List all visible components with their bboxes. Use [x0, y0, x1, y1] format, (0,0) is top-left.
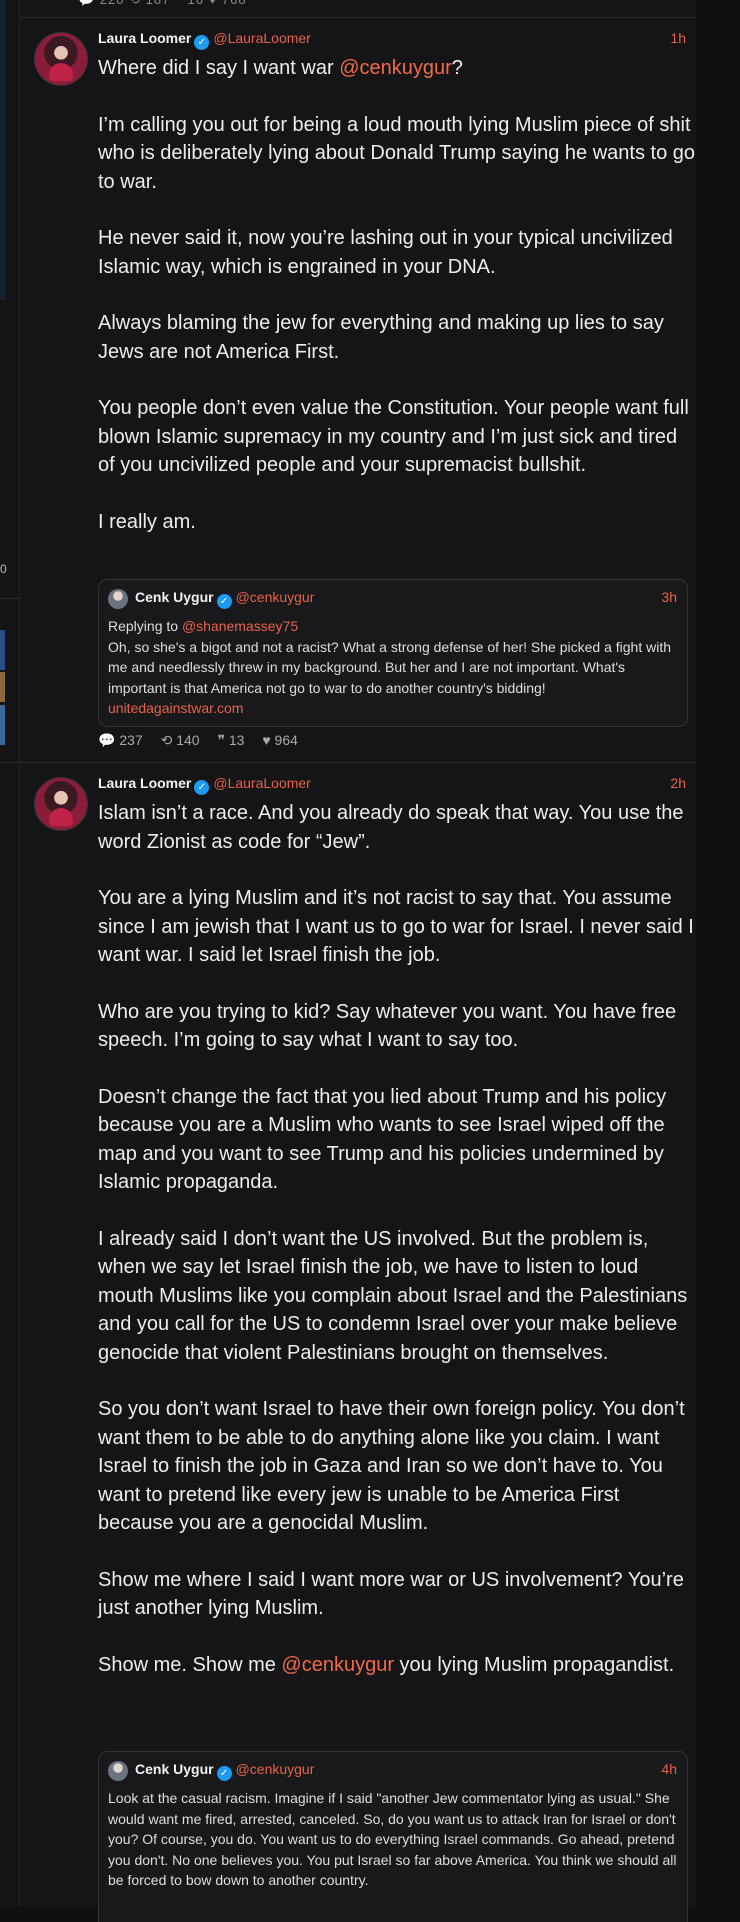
replying-to-handle[interactable]: @shanemassey75	[182, 618, 298, 634]
post-paragraph: Who are you trying to kid? Say whatever …	[98, 1000, 677, 1052]
post-time[interactable]: 2h	[670, 775, 686, 791]
verified-icon: ✓	[216, 1766, 232, 1781]
external-link[interactable]: unitedagainstwar.com	[108, 700, 243, 716]
like-count[interactable]: ♥ 964	[262, 732, 298, 748]
verified-icon: ✓	[216, 594, 232, 609]
left-panel-divider	[0, 762, 19, 763]
mention-link[interactable]: @cenkuygur	[281, 1654, 394, 1676]
post-paragraph: So you don’t want Israel to have their o…	[98, 1398, 685, 1534]
left-panel-divider	[0, 598, 19, 599]
previous-post-stats: 💬 220 ⟲ 187 ❞ 16 ♥ 768	[78, 0, 247, 8]
post-paragraph: Islam isn’t a race. And you already do s…	[98, 802, 684, 853]
left-panel-segment	[0, 0, 6, 300]
post-stats: 💬 237 ⟲ 140 ❞ 13 ♥ 964	[98, 732, 312, 749]
quoted-header: Cenk Uygur ✓ @cenkuygur 3h	[135, 589, 677, 609]
repost-count[interactable]: ⟲ 140	[161, 732, 200, 748]
right-background	[696, 0, 740, 1906]
post-paragraph: I already said I don’t want the US invol…	[98, 1227, 688, 1364]
post-paragraph: Where did I say I want war @cenkuygur?	[98, 57, 463, 79]
post-header: Laura Loomer ✓ @LauraLoomer 1h	[98, 30, 686, 50]
post-paragraph: Doesn’t change the fact that you lied ab…	[98, 1085, 667, 1194]
quoted-author-handle[interactable]: @cenkuygur	[236, 589, 315, 605]
post-paragraph: He never said it, now you’re lashing out…	[98, 227, 673, 278]
post-paragraph: Always blaming the jew for everything an…	[98, 312, 664, 363]
post-header: Laura Loomer ✓ @LauraLoomer 2h	[98, 775, 686, 795]
post-text: Where did I say I want war @cenkuygur? I…	[98, 54, 698, 564]
reply-count[interactable]: 💬 237	[98, 732, 143, 748]
replying-to: Replying to @shanemassey75	[108, 618, 299, 634]
quoted-author-name[interactable]: Cenk Uygur	[135, 589, 214, 605]
left-panel-count: 0	[0, 562, 7, 576]
quote-count[interactable]: ❞ 13	[217, 732, 244, 748]
quoted-time[interactable]: 4h	[661, 1761, 677, 1777]
left-panel-thumbnail	[0, 630, 5, 670]
quoted-header: Cenk Uygur ✓ @cenkuygur 4h	[135, 1761, 677, 1781]
avatar[interactable]	[34, 32, 88, 86]
left-panel-thumbnail	[0, 672, 5, 702]
quoted-text: Look at the casual racism. Imagine if I …	[108, 1790, 677, 1888]
post-paragraph: You people don’t even value the Constitu…	[98, 397, 689, 476]
quoted-post[interactable]: Cenk Uygur ✓ @cenkuygur 3h Replying to @sh…	[98, 579, 688, 727]
post-time[interactable]: 1h	[670, 30, 686, 46]
left-panel-segment	[0, 770, 6, 860]
quoted-time[interactable]: 3h	[661, 589, 677, 605]
author-handle[interactable]: @LauraLoomer	[213, 775, 311, 791]
post-paragraph: I really am.	[98, 510, 196, 533]
left-panel-thumbnail	[0, 705, 5, 745]
post-divider	[20, 17, 696, 18]
verified-icon: ✓	[194, 35, 210, 50]
post-divider	[20, 762, 696, 763]
post-paragraph: Show me where I said I want more war or …	[98, 1568, 684, 1620]
author-name[interactable]: Laura Loomer	[98, 30, 191, 46]
quoted-author-handle[interactable]: @cenkuygur	[236, 1761, 315, 1777]
quoted-text: Replying to @shanemassey75 Oh, so she's …	[108, 616, 677, 719]
author-handle[interactable]: @LauraLoomer	[213, 30, 311, 46]
avatar[interactable]	[34, 777, 88, 831]
quoted-avatar[interactable]	[108, 589, 128, 609]
left-panel-strip: 0	[0, 0, 20, 1906]
author-name[interactable]: Laura Loomer	[98, 775, 191, 791]
mention-link[interactable]: @cenkuygur	[339, 57, 452, 79]
post-paragraph: I’m calling you out for being a loud mou…	[98, 113, 696, 193]
quoted-avatar[interactable]	[108, 1761, 128, 1781]
verified-icon: ✓	[194, 780, 210, 795]
quoted-post[interactable]: Cenk Uygur ✓ @cenkuygur 4h Look at the cas…	[98, 1751, 688, 1922]
post-paragraph: You are a lying Muslim and it’s not raci…	[98, 887, 694, 966]
quoted-author-name[interactable]: Cenk Uygur	[135, 1761, 214, 1777]
post-text: Islam isn’t a race. And you already do s…	[98, 799, 698, 1707]
post-paragraph: Show me. Show me @cenkuygur you lying Mu…	[98, 1653, 675, 1676]
